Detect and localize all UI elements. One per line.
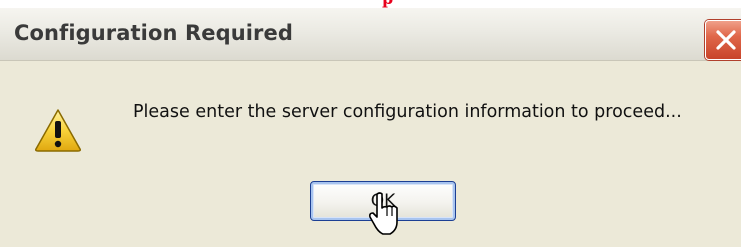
cropped-red-heading-fragment: p	[382, 0, 393, 7]
ok-button[interactable]: OK	[310, 181, 456, 221]
dialog-window: p Configuration Required Please enter t	[0, 0, 741, 247]
title-bar[interactable]: Configuration Required	[0, 8, 741, 61]
close-button[interactable]	[705, 20, 741, 60]
top-strip: p	[0, 0, 741, 8]
dialog-body: Please enter the server configuration in…	[0, 61, 741, 247]
dialog-message: Please enter the server configuration in…	[133, 102, 682, 122]
close-icon	[716, 30, 736, 50]
warning-icon	[35, 109, 81, 152]
dialog-title: Configuration Required	[14, 21, 293, 45]
